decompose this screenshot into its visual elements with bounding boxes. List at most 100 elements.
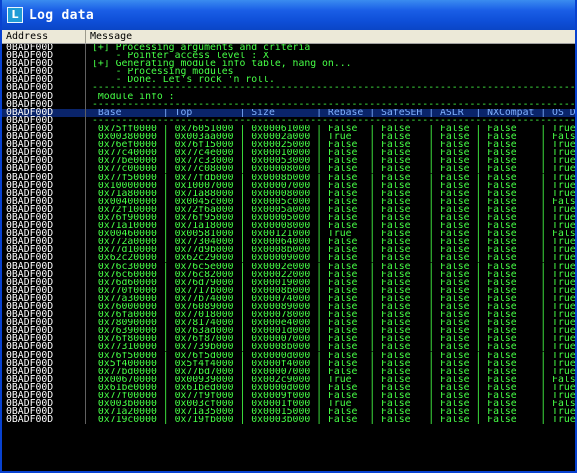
log-row[interactable]: 0BADF00D 0x003b0000 | 0x003cf000 | 0x000… xyxy=(2,399,575,409)
log-message: 0x76ef0000 | 0x76f15000 | 0x00025000 | F… xyxy=(92,141,575,150)
log-message: 0x61be0000 | 0x61bed000 | 0x0000d000 | F… xyxy=(92,383,575,393)
log-message: 0x00400000 | 0x0045c000 | 0x0005c000 | F… xyxy=(92,197,575,206)
log-row[interactable]: 0BADF00D 0x71a10000 | 0x71a18000 | 0x000… xyxy=(2,221,575,231)
log-list[interactable]: 0BADF00D [+] Processing arguments and cri… xyxy=(2,44,575,471)
log-message: [+] Processing arguments and criteria xyxy=(92,44,311,53)
log-row[interactable]: 0BADF00D 0x77f00000 | 0x77f9f000 | 0x000… xyxy=(2,391,575,401)
log-message: 0x003b0000 | 0x003cf000 | 0x0001f000 | T… xyxy=(92,400,575,409)
log-row[interactable]: 0BADF00D [+] Processing arguments and cri… xyxy=(2,44,575,52)
log-row[interactable]: 0BADF00D Module info : xyxy=(2,91,575,101)
log-row[interactable]: 0BADF00D --------------------------------… xyxy=(2,83,575,93)
log-message: 0x77bd0000 | 0x77bd7000 | 0x00007000 | F… xyxy=(92,367,575,376)
log-row[interactable]: 0BADF00D 0x76f80000 | 0x76f87000 | 0x000… xyxy=(2,334,575,344)
log-message: 0x71a80000 | 0x71a88000 | 0x00008000 | F… xyxy=(92,189,575,198)
log-message: ----------------------------------------… xyxy=(92,116,575,125)
log-row[interactable]: 0BADF00D 0x00670000 | 0x00939000 | 0x002… xyxy=(2,374,575,384)
app-icon: L xyxy=(7,7,23,23)
column-header-address[interactable]: Address xyxy=(2,30,86,43)
log-message: 0x75ff0000 | 0x76051000 | 0x00061000 | F… xyxy=(92,124,575,134)
log-message: 0x77f50000 | 0x77fdb000 | 0x0008b000 | F… xyxy=(92,173,575,182)
log-message: 0x71a10000 | 0x71a18000 | 0x00008000 | F… xyxy=(92,222,575,231)
log-message: 0x76000000 | 0x76089000 | 0x00089000 | F… xyxy=(92,303,575,312)
log-row[interactable]: 0BADF00D 0x76fa0000 | 0x77018000 | 0x000… xyxy=(2,310,575,320)
log-row[interactable]: 0BADF00D 0x77d10000 | 0x77d9b000 | 0x000… xyxy=(2,245,575,255)
log-row[interactable]: 0BADF00D 0x76f90000 | 0x76f95000 | 0x000… xyxy=(2,213,575,223)
log-row[interactable]: 0BADF00D 0x76d60000 | 0x76d79000 | 0x000… xyxy=(2,277,575,287)
log-row[interactable]: 0BADF00D 0x10000000 | 0x10007000 | 0x000… xyxy=(2,180,575,190)
log-row[interactable]: 0BADF00D 0x76f50000 | 0x76f5d000 | 0x000… xyxy=(2,350,575,360)
log-message: 0x00380000 | 0x003aa000 | 0x0002a000 | T… xyxy=(92,133,575,142)
log-message: ----------------------------------------… xyxy=(92,84,575,93)
log-row[interactable]: 0BADF00D 0x78090000 | 0x78174000 | 0x000… xyxy=(2,318,575,328)
log-message: 0x770f0000 | 0x7717b000 | 0x0008b000 | F… xyxy=(92,286,575,295)
log-message: 0x77f00000 | 0x77f9f000 | 0x0009f000 | F… xyxy=(92,392,575,401)
log-row[interactable]: 0BADF00D 0x72f10000 | 0x72f6a000 | 0x000… xyxy=(2,204,575,214)
log-row[interactable]: 0BADF00D 0x75ff0000 | 0x76051000 | 0x000… xyxy=(2,123,575,134)
log-row[interactable]: 0BADF00D - Processing modules xyxy=(2,67,575,77)
log-row[interactable]: 0BADF00D 0x71a20000 | 0x71a35000 | 0x000… xyxy=(2,407,575,417)
title-bar[interactable]: L Log data xyxy=(2,0,575,30)
log-message: Module info : xyxy=(92,92,175,101)
log-row[interactable]: 0BADF00D 0x62c20000 | 0x62c29000 | 0x000… xyxy=(2,253,575,263)
log-row[interactable]: 0BADF00D 0x00460000 | 0x00581000 | 0x001… xyxy=(2,229,575,239)
log-row[interactable]: 0BADF00D 0x77bd0000 | 0x77bd7000 | 0x000… xyxy=(2,366,575,376)
log-row[interactable]: 0BADF00D 0x77f50000 | 0x77fdb000 | 0x000… xyxy=(2,172,575,182)
log-message: 0x77d10000 | 0x77d9b000 | 0x0008b000 | F… xyxy=(92,246,575,255)
log-row[interactable]: 0BADF00D 0x77be0000 | 0x77c33000 | 0x000… xyxy=(2,156,575,166)
log-row[interactable]: 0BADF00D 0x77c00000 | 0x77c08000 | 0x000… xyxy=(2,164,575,174)
log-row[interactable]: 0BADF00D [+] Generating module info table… xyxy=(2,59,575,69)
log-row[interactable]: 0BADF00D - Pointer access level : X xyxy=(2,51,575,61)
log-message: 0x00670000 | 0x00939000 | 0x002c9000 | T… xyxy=(92,375,575,384)
log-message: 0x719c0000 | 0x719fb000 | 0x0003b000 | F… xyxy=(92,416,575,425)
log-message: 0x77be0000 | 0x77c33000 | 0x00053000 | F… xyxy=(92,157,575,166)
log-message: ----------------------------------------… xyxy=(92,100,575,109)
log-message: 0x62c20000 | 0x62c29000 | 0x00009000 | F… xyxy=(92,254,575,263)
log-message: 0x5f400000 | 0x5f4f4000 | 0x000f4000 | F… xyxy=(92,359,575,368)
log-row[interactable]: 0BADF00D 0x76c60000 | 0x76c82000 | 0x000… xyxy=(2,269,575,279)
log-data-window: L Log data Address Message 0BADF00D [+] P… xyxy=(0,0,577,473)
log-row[interactable]: 0BADF00D 0x76c30000 | 0x76c5e000 | 0x000… xyxy=(2,261,575,271)
log-row[interactable]: 0BADF00D 0x00400000 | 0x0045c000 | 0x000… xyxy=(2,196,575,206)
log-message: - Pointer access level : X xyxy=(92,52,269,61)
log-message: [+] Generating module info table, hang o… xyxy=(92,60,352,69)
log-message: - Processing modules xyxy=(92,68,234,77)
log-message: 0x76fa0000 | 0x77018000 | 0x00078000 | F… xyxy=(92,311,575,320)
log-row[interactable]: 0BADF00D 0x71a80000 | 0x71a88000 | 0x000… xyxy=(2,188,575,198)
log-row[interactable]: 0BADF00D - Done. Let's rock 'n roll. xyxy=(2,75,575,85)
log-row[interactable]: 0BADF00D 0x76000000 | 0x76089000 | 0x000… xyxy=(2,302,575,312)
log-message: 0x76390000 | 0x763ad000 | 0x0001d000 | F… xyxy=(92,327,575,336)
column-header-message[interactable]: Message xyxy=(86,30,575,43)
log-message: 0x10000000 | 0x10007000 | 0x00007000 | F… xyxy=(92,181,575,190)
log-message: 0x77c00000 | 0x77c08000 | 0x00008000 | F… xyxy=(92,165,575,174)
log-message: 0x76f80000 | 0x76f87000 | 0x00007000 | F… xyxy=(92,335,575,344)
log-row[interactable]: 0BADF00D --------------------------------… xyxy=(2,115,575,125)
log-address: 0BADF00D xyxy=(2,415,86,425)
log-row[interactable]: 0BADF00D 0x76ef0000 | 0x76f15000 | 0x000… xyxy=(2,140,575,150)
log-row[interactable]: 0BADF00D 0x5f400000 | 0x5f4f4000 | 0x000… xyxy=(2,358,575,368)
log-message: 0x77c40000 | 0x77c4e000 | 0x00010000 | F… xyxy=(92,149,575,158)
log-message: - Done. Let's rock 'n roll. xyxy=(92,76,275,85)
log-message: 0x72f10000 | 0x72f6a000 | 0x0005a000 | F… xyxy=(92,205,575,214)
log-row[interactable]: 0BADF00D 0x76390000 | 0x763ad000 | 0x000… xyxy=(2,326,575,336)
log-row[interactable]: 0BADF00D 0x772a0000 | 0x77304000 | 0x000… xyxy=(2,237,575,247)
log-message: 0x78090000 | 0x78174000 | 0x000e4000 | F… xyxy=(92,319,575,328)
log-row[interactable]: 0BADF00D 0x77310000 | 0x7739b000 | 0x000… xyxy=(2,342,575,352)
log-row[interactable]: 0BADF00D 0x719c0000 | 0x719fb000 | 0x000… xyxy=(2,415,575,425)
log-message: 0x76c30000 | 0x76c5e000 | 0x0002e000 | F… xyxy=(92,262,575,271)
log-message: 0x77a30000 | 0x77b74000 | 0x00074000 | F… xyxy=(92,294,575,303)
log-message: Base | Top | Size | Rebase | SafeSEH | A… xyxy=(86,108,575,117)
log-row[interactable]: 0BADF00D --------------------------------… xyxy=(2,99,575,109)
log-message: 0x77310000 | 0x7739b000 | 0x0008b000 | F… xyxy=(92,343,575,352)
column-header: Address Message xyxy=(2,30,575,44)
log-row[interactable]: 0BADF00D 0x77c40000 | 0x77c4e000 | 0x000… xyxy=(2,148,575,158)
log-row[interactable]: 0BADF00D 0x00380000 | 0x003aa000 | 0x000… xyxy=(2,132,575,142)
log-message: 0x00460000 | 0x00581000 | 0x00121000 | T… xyxy=(92,230,575,239)
log-message: 0x76c60000 | 0x76c82000 | 0x00022000 | F… xyxy=(92,270,575,279)
log-row[interactable]: 0BADF00D 0x770f0000 | 0x7717b000 | 0x000… xyxy=(2,285,575,295)
log-row-selected[interactable]: 0BADF00D Base | Top | Size | Rebase | Sa… xyxy=(2,107,575,117)
log-row[interactable]: 0BADF00D 0x77a30000 | 0x77b74000 | 0x000… xyxy=(2,293,575,303)
log-row[interactable]: 0BADF00D 0x61be0000 | 0x61bed000 | 0x000… xyxy=(2,382,575,393)
log-message: 0x76f90000 | 0x76f95000 | 0x00005000 | F… xyxy=(92,213,575,223)
window-title: Log data xyxy=(29,7,95,23)
log-message: 0x76f50000 | 0x76f5d000 | 0x0000d000 | F… xyxy=(92,351,575,360)
